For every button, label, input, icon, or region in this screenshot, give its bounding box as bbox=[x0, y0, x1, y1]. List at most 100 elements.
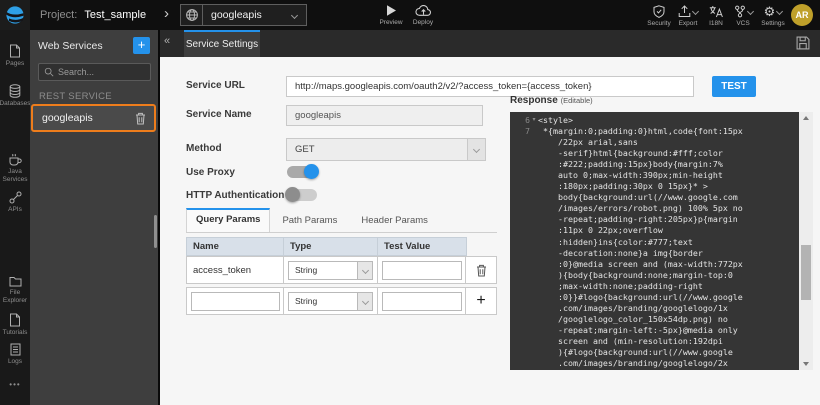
sidebar-item-label: APIs bbox=[8, 206, 22, 214]
app-logo-icon[interactable] bbox=[0, 0, 30, 30]
cloud-upload-icon bbox=[415, 4, 432, 17]
rest-service-section-label: REST SERVICE bbox=[39, 91, 112, 102]
scroll-up-icon[interactable] bbox=[803, 116, 809, 120]
param-type-value: String bbox=[289, 265, 357, 275]
user-avatar[interactable]: AR bbox=[791, 4, 813, 26]
security-label: Security bbox=[647, 20, 670, 27]
sidebar-item-pages[interactable]: Pages bbox=[0, 44, 30, 68]
service-search bbox=[38, 63, 151, 81]
use-proxy-toggle[interactable] bbox=[287, 166, 317, 178]
coffee-cup-icon bbox=[8, 153, 22, 166]
breadcrumb-chevron-icon: › bbox=[164, 5, 169, 22]
tab-path-params[interactable]: Path Params bbox=[270, 209, 349, 232]
add-param-button[interactable]: + bbox=[466, 288, 496, 314]
scroll-down-icon[interactable] bbox=[803, 362, 809, 366]
collapse-panel-button[interactable]: « bbox=[164, 35, 170, 47]
method-label: Method bbox=[186, 143, 222, 154]
tab-bar: « Service Settings bbox=[160, 30, 820, 57]
response-editable-note: (Editable) bbox=[561, 96, 593, 105]
http-auth-toggle[interactable] bbox=[287, 189, 317, 201]
new-param-name-input[interactable] bbox=[191, 292, 280, 311]
sidebar-item-label: File Explorer bbox=[0, 289, 30, 304]
security-menu-button[interactable]: Security bbox=[644, 5, 674, 27]
vcs-label: VCS bbox=[736, 20, 749, 27]
service-url-input[interactable] bbox=[286, 76, 694, 97]
param-test-value-input[interactable] bbox=[382, 261, 462, 280]
chevron-down-icon bbox=[291, 11, 298, 18]
delete-service-button[interactable] bbox=[135, 112, 146, 125]
trash-icon bbox=[476, 264, 487, 277]
branch-icon bbox=[734, 5, 746, 18]
sidebar-item-java-services[interactable]: Java Services bbox=[0, 153, 30, 183]
tab-header-params[interactable]: Header Params bbox=[349, 209, 440, 232]
service-selector-value: googleapis bbox=[203, 9, 292, 21]
search-icon bbox=[44, 67, 54, 77]
tab-query-params[interactable]: Query Params bbox=[186, 208, 270, 232]
page-icon bbox=[9, 44, 21, 58]
save-button[interactable] bbox=[796, 36, 810, 50]
chevron-down-icon bbox=[692, 8, 699, 15]
i18n-menu-button[interactable]: I18N bbox=[701, 5, 731, 27]
sidebar-item-databases[interactable]: Databases bbox=[0, 84, 30, 108]
connector-icon bbox=[9, 191, 22, 204]
select-chevron bbox=[357, 293, 372, 310]
export-menu-button[interactable]: Export bbox=[673, 5, 703, 27]
preview-button[interactable]: Preview bbox=[374, 4, 408, 26]
http-auth-label: HTTP Authentication bbox=[186, 190, 284, 201]
panel-title: Web Services bbox=[38, 40, 103, 52]
test-button[interactable]: TEST bbox=[712, 76, 756, 97]
document-icon bbox=[10, 343, 21, 356]
sidebar-item-label: Pages bbox=[6, 60, 24, 68]
editor-scrollbar[interactable] bbox=[799, 112, 813, 370]
col-header-test-value: Test Value bbox=[378, 238, 466, 255]
add-service-button[interactable]: + bbox=[133, 37, 150, 54]
sidebar-item-apis[interactable]: APIs bbox=[0, 191, 30, 214]
param-type-select[interactable]: String bbox=[288, 292, 373, 311]
sidebar-item-file-explorer[interactable]: File Explorer bbox=[0, 276, 30, 304]
web-services-panel: Web Services + REST SERVICE googleapis bbox=[30, 30, 160, 405]
col-header-name: Name bbox=[187, 238, 284, 255]
param-type-value: String bbox=[289, 296, 357, 306]
play-icon bbox=[385, 4, 397, 17]
activity-bar: Pages Databases Web Services Java Servic… bbox=[0, 30, 30, 405]
globe-icon bbox=[181, 5, 203, 25]
sidebar-item-label: Java Services bbox=[0, 168, 30, 183]
response-code-editor[interactable]: 6▾<style>7 *{margin:0;padding:0}html,cod… bbox=[510, 112, 799, 370]
vcs-menu-button[interactable]: VCS bbox=[728, 5, 758, 27]
select-chevron bbox=[467, 139, 485, 160]
tab-service-settings[interactable]: Service Settings bbox=[184, 30, 260, 57]
export-label: Export bbox=[679, 20, 698, 27]
service-settings-content: Service URL TEST Service Name Method GET… bbox=[160, 57, 820, 405]
service-list-item-googleapis[interactable]: googleapis bbox=[31, 104, 156, 132]
use-proxy-label: Use Proxy bbox=[186, 167, 235, 178]
param-type-select[interactable]: String bbox=[288, 261, 373, 280]
select-chevron bbox=[357, 262, 372, 279]
i18n-label: I18N bbox=[709, 20, 723, 27]
sidebar-item-logs[interactable]: Logs bbox=[0, 343, 30, 366]
method-value: GET bbox=[287, 144, 467, 155]
table-row: access_token String bbox=[186, 256, 497, 284]
sidebar-item-label: Logs bbox=[8, 358, 22, 366]
project-name: Test_sample bbox=[84, 9, 146, 21]
search-input[interactable] bbox=[58, 67, 143, 77]
service-url-label: Service URL bbox=[186, 80, 245, 91]
deploy-label: Deploy bbox=[413, 19, 433, 26]
settings-label: Settings bbox=[761, 20, 785, 27]
service-name-input[interactable] bbox=[286, 105, 483, 126]
panel-scrollbar[interactable] bbox=[154, 215, 157, 248]
sidebar-item-tutorials[interactable]: Tutorials bbox=[0, 313, 30, 337]
page-icon bbox=[9, 313, 21, 327]
new-param-test-value-input[interactable] bbox=[382, 292, 462, 311]
sidebar-overflow-button[interactable]: ••• bbox=[0, 380, 30, 389]
sidebar-item-label: Tutorials bbox=[3, 329, 28, 337]
method-select[interactable]: GET bbox=[286, 138, 486, 161]
settings-menu-button[interactable]: ⚙ Settings bbox=[758, 5, 788, 27]
delete-param-button[interactable] bbox=[466, 257, 496, 283]
folder-icon bbox=[9, 276, 22, 287]
service-selector-dropdown[interactable]: googleapis bbox=[180, 4, 307, 26]
service-name-label: Service Name bbox=[186, 109, 252, 120]
save-icon bbox=[796, 36, 810, 50]
scrollbar-thumb[interactable] bbox=[801, 245, 811, 300]
preview-label: Preview bbox=[379, 19, 402, 26]
deploy-button[interactable]: Deploy bbox=[406, 4, 440, 26]
